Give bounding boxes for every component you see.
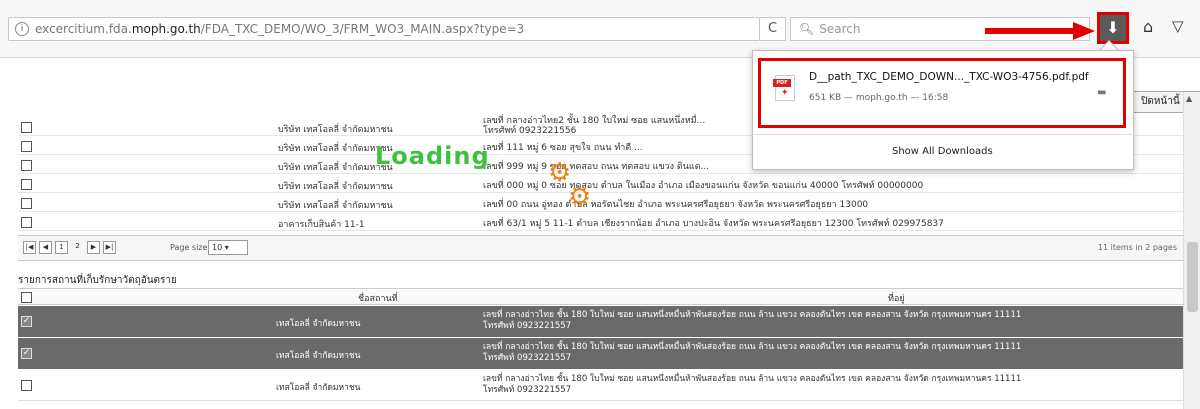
row-checkbox[interactable] <box>21 122 32 133</box>
row-name: บริษัท เทสโอลลี่ จำกัดมหาชน <box>278 182 393 192</box>
row-checkbox[interactable] <box>21 380 32 391</box>
row-name: เทสโอลลี่ จำกัดมหาชน <box>276 351 361 361</box>
row-checkbox-checked[interactable]: ✓ <box>21 316 32 327</box>
row-name: บริษัท เทสโอลลี่ จำกัดมหาชน <box>278 201 393 211</box>
next-page-button[interactable]: ▶ <box>87 241 100 254</box>
scrollbar-thumb[interactable] <box>1187 242 1198 312</box>
prev-page-button[interactable]: ◀ <box>39 241 52 254</box>
search-placeholder: Search <box>819 22 861 36</box>
row-address: เลขที่ 00 ถนน อู่ทอง ตำบล หอรัตนไชย อำเภ… <box>483 200 869 210</box>
page-2-button[interactable]: 2 <box>71 241 84 254</box>
red-arrow-annotation <box>985 22 1095 40</box>
grid-header: ชื่อสถานที่ ที่อยู่ <box>18 288 1183 305</box>
row-name: อาคารเก็บสินค้า 11-1 <box>278 220 365 230</box>
row-checkbox[interactable] <box>21 179 32 190</box>
page-1-button[interactable]: 1 <box>55 241 68 254</box>
row-address: เลขที่ 63/1 หมู่ 5 11-1 ตำบล เชียงรากน้อ… <box>483 219 944 229</box>
row-address: เลขที่ 999 หมู่ 9 ซอย ทดสอบ ถนน ทดสอบ แข… <box>483 162 710 172</box>
url-text[interactable]: excercitium.fda.moph.go.th/FDA_TXC_DEMO/… <box>35 22 524 36</box>
search-icon: 🔍︎ <box>799 22 815 36</box>
popup-divider <box>752 134 1134 135</box>
row-address: เลขที่ 111 หมู่ 6 ซอย สุขใจ ถนน ทำดี ... <box>483 143 643 153</box>
url-domain: moph.go.th <box>131 22 201 36</box>
folder-icon[interactable]: ▬ <box>1097 87 1106 98</box>
row-name: เทสโอลลี่ จำกัดมหาชน <box>276 319 361 329</box>
grid-pager: |◀ ◀ 1 2 ▶ ▶| Page size: 10 ▾ 11 items i… <box>18 235 1183 261</box>
table-row[interactable]: ✓ เทสโอลลี่ จำกัดมหาชน เลขที่ กลางอ่าวไท… <box>18 338 1183 369</box>
url-domain-prefix: excercitium.fda. <box>35 22 132 36</box>
download-item[interactable]: PDF ✦ D__path_TXC_DEMO_DOWN..._TXC-WO3-4… <box>758 58 1126 128</box>
download-arrow-icon[interactable]: ⬇ <box>1097 12 1129 44</box>
reload-icon[interactable]: C <box>760 17 786 41</box>
header-name: ชื่อสถานที่ <box>358 294 398 304</box>
url-bar[interactable]: i excercitium.fda.moph.go.th/FDA_TXC_DEM… <box>8 17 760 41</box>
pocket-icon[interactable]: ▽ <box>1172 17 1184 35</box>
row-address: เลขที่ กลางอ่าวไทย2 ชั้น 180 ใบใหม่ ซอย … <box>483 116 706 136</box>
vertical-scrollbar[interactable]: ▲ <box>1183 92 1200 409</box>
url-path: /FDA_TXC_DEMO/WO_3/FRM_WO3_MAIN.aspx?typ… <box>200 22 525 36</box>
last-page-button[interactable]: ▶| <box>103 241 116 254</box>
row-address: เลขที่ กลางอ่าวไทย ชั้น 180 ใบใหม่ ซอย แ… <box>483 310 1022 331</box>
header-address: ที่อยู่ <box>888 294 905 304</box>
first-page-button[interactable]: |◀ <box>23 241 36 254</box>
row-address: เลขที่ กลางอ่าวไทย ชั้น 180 ใบใหม่ ซอย แ… <box>483 342 1022 363</box>
pdf-file-icon: PDF ✦ <box>773 75 795 101</box>
show-all-downloads-button[interactable]: Show All Downloads <box>892 146 993 157</box>
section-title: รายการสถานที่เก็บรักษาวัตถุอันตราย <box>18 275 177 286</box>
gear-icon: ⚙ <box>568 182 592 212</box>
table-row[interactable]: ✓ เทสโอลลี่ จำกัดมหาชน เลขที่ กลางอ่าวไท… <box>18 306 1183 337</box>
chevron-down-icon: ▾ <box>224 243 229 252</box>
table-row[interactable]: เทสโอลลี่ จำกัดมหาชน เลขที่ กลางอ่าวไทย … <box>18 370 1183 401</box>
page-size-label: Page size: <box>170 243 211 252</box>
row-checkbox[interactable] <box>21 141 32 152</box>
home-icon[interactable]: ⌂ <box>1143 17 1153 36</box>
row-checkbox[interactable] <box>21 160 32 171</box>
table-row[interactable]: บริษัท เทสโอลลี่ จำกัดมหาชน เลขที่ 000 ห… <box>18 176 1183 193</box>
loading-indicator: Loading <box>375 142 490 170</box>
row-checkbox[interactable] <box>21 217 32 228</box>
scroll-up-icon[interactable]: ▲ <box>1186 94 1192 103</box>
items-count: 11 items in 2 pages <box>1097 243 1177 252</box>
row-checkbox-checked[interactable]: ✓ <box>21 348 32 359</box>
table-row[interactable]: บริษัท เทสโอลลี่ จำกัดมหาชน เลขที่ 00 ถน… <box>18 195 1183 212</box>
row-address: เลขที่ กลางอ่าวไทย ชั้น 180 ใบใหม่ ซอย แ… <box>483 374 1022 395</box>
row-name: บริษัท เทสโอลลี่ จำกัดมหาชน <box>278 125 393 135</box>
page-size-select[interactable]: 10 ▾ <box>208 240 248 255</box>
download-file-meta: 651 KB — moph.go.th — 16:58 <box>809 93 949 103</box>
download-file-name: D__path_TXC_DEMO_DOWN..._TXC-WO3-4756.pd… <box>809 71 1089 83</box>
select-all-checkbox[interactable] <box>21 292 32 303</box>
row-name: เทสโอลลี่ จำกัดมหาชน <box>276 383 361 393</box>
table-row[interactable]: อาคารเก็บสินค้า 11-1 เลขที่ 63/1 หมู่ 5 … <box>18 214 1183 231</box>
row-checkbox[interactable] <box>21 198 32 209</box>
info-icon[interactable]: i <box>15 22 29 36</box>
